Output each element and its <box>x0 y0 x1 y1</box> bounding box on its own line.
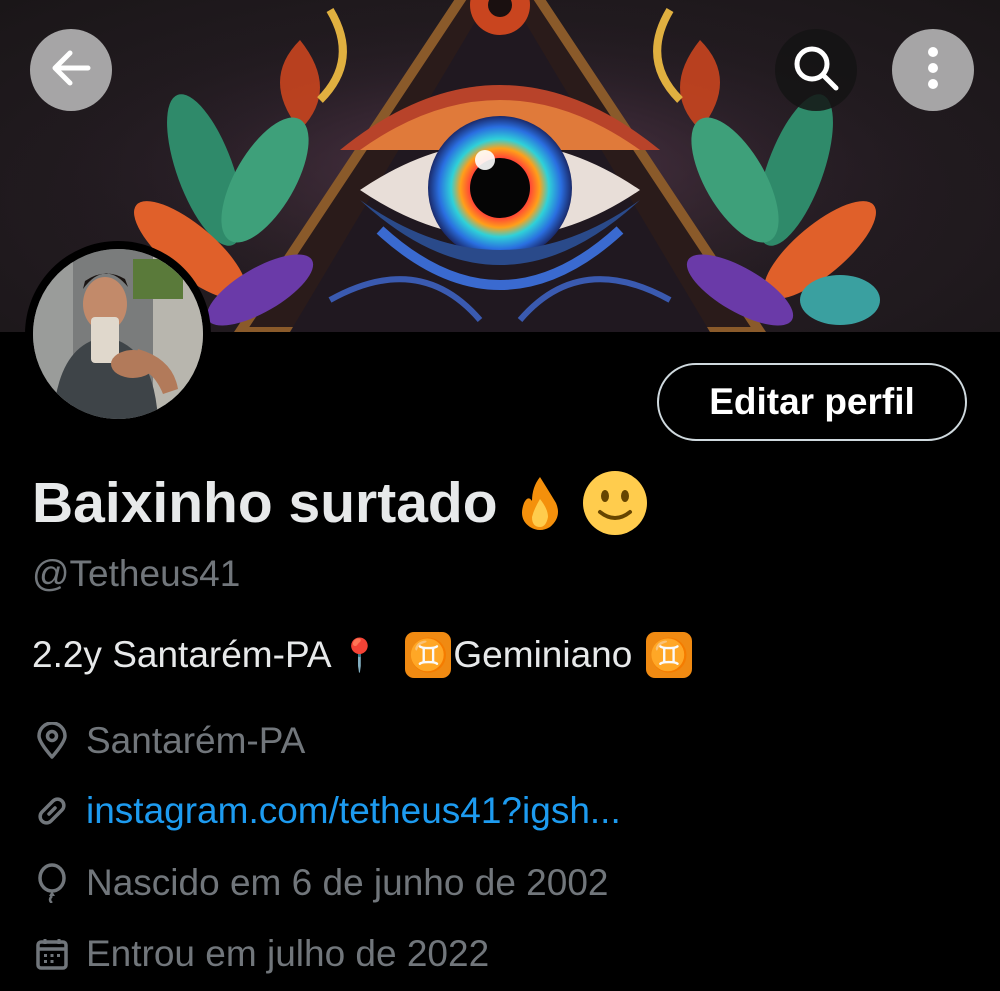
more-options-button[interactable] <box>892 29 974 111</box>
bio-text-2: Geminiano <box>453 634 633 675</box>
bio-text-1: 2.2y Santarém-PA <box>32 634 332 675</box>
search-icon <box>791 43 841 98</box>
birthday-text: Nascido em 6 de junho de 2002 <box>86 862 609 903</box>
display-name-text: Baixinho surtado <box>32 471 498 535</box>
arrow-left-icon <box>48 45 94 96</box>
calendar-icon <box>32 934 72 974</box>
location-row: Santarém-PA <box>32 720 305 762</box>
more-vertical-icon <box>923 45 943 96</box>
display-name: Baixinho surtado <box>32 468 650 538</box>
name-emojis <box>510 468 650 538</box>
search-button[interactable] <box>775 29 857 111</box>
website-row: instagram.com/tetheus41?igsh... <box>32 790 621 832</box>
joined-row: Entrou em julho de 2022 <box>32 933 489 975</box>
balloon-icon <box>32 863 72 903</box>
profile-bio: 2.2y Santarém-PA 📍 ♊ Geminiano ♊ <box>32 632 694 678</box>
location-text: Santarém-PA <box>86 720 306 761</box>
fire-icon <box>521 477 558 530</box>
user-handle: @Tetheus41 <box>32 553 241 594</box>
joined-text: Entrou em julho de 2022 <box>86 933 490 974</box>
gemini-icon: ♊ <box>646 632 693 678</box>
gemini-icon: ♊ <box>405 632 452 678</box>
website-link[interactable]: instagram.com/tetheus41?igsh... <box>86 790 621 832</box>
location-pin-icon <box>32 721 72 761</box>
avatar-photo <box>33 249 203 419</box>
link-icon <box>32 791 72 831</box>
back-button[interactable] <box>30 29 112 111</box>
slight-smile-icon <box>582 471 647 535</box>
edit-profile-button[interactable]: Editar perfil <box>657 363 967 441</box>
profile-avatar[interactable] <box>25 241 211 427</box>
pin-emoji: 📍 <box>339 637 380 673</box>
birthday-row: Nascido em 6 de junho de 2002 <box>32 862 608 904</box>
